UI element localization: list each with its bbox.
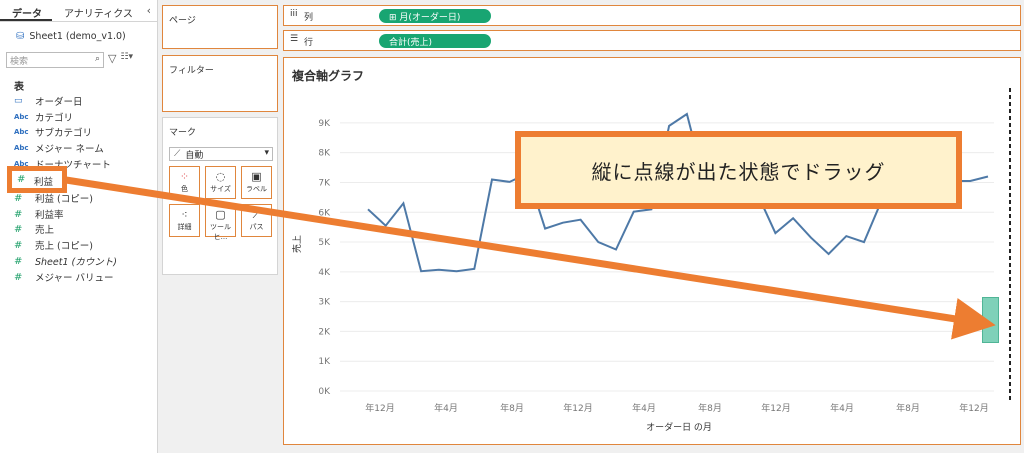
drag-arrow xyxy=(65,176,996,340)
annotation-callout: 縦に点線が出た状態でドラッグ xyxy=(515,131,962,209)
